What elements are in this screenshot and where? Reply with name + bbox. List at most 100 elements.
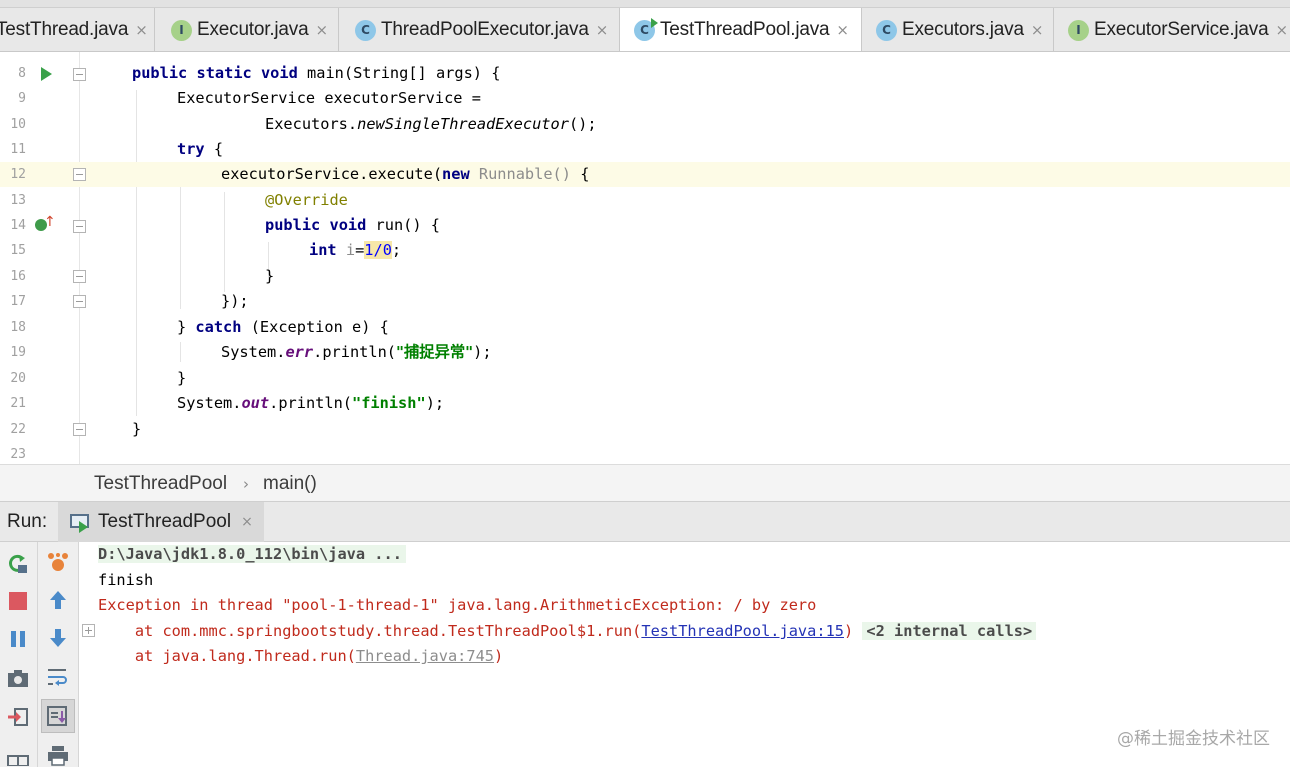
- run-marker-icon: [651, 17, 658, 28]
- tab-testthread[interactable]: TestThread.java ×: [0, 8, 155, 51]
- stack-frame-text: ): [494, 647, 504, 665]
- rerun-button[interactable]: [3, 549, 33, 579]
- line-number: 20: [10, 371, 26, 386]
- close-icon[interactable]: ×: [241, 514, 253, 530]
- fold-toggle-icon[interactable]: [73, 68, 86, 81]
- run-tool-window-header: Run: TestThreadPool ×: [0, 502, 1290, 542]
- class-icon: C: [876, 19, 897, 41]
- breadcrumb-method[interactable]: main(): [263, 465, 317, 503]
- code-line: 20 }: [0, 366, 1290, 391]
- code-line: 13 @Override: [0, 188, 1290, 213]
- print-button[interactable]: [43, 740, 73, 767]
- line-number: 18: [10, 320, 26, 335]
- scroll-to-end-button[interactable]: [41, 699, 75, 733]
- window-title-strip: [0, 0, 1290, 8]
- scroll-down-button[interactable]: [43, 623, 73, 653]
- code-line: 15 int i=1/0;: [0, 238, 1290, 263]
- line-number: 9: [18, 91, 26, 106]
- keyword: void: [329, 216, 367, 234]
- code-fragment: {: [204, 140, 224, 158]
- tab-label: ThreadPoolExecutor.java: [381, 19, 589, 40]
- debug-settings-button[interactable]: [43, 547, 73, 577]
- code-line: 18 } catch (Exception e) {: [0, 315, 1290, 340]
- pause-button[interactable]: [3, 624, 33, 654]
- interface-icon: I: [171, 19, 192, 41]
- code-text: }: [132, 420, 142, 438]
- internal-calls-fold[interactable]: <2 internal calls>: [862, 622, 1037, 640]
- code-text: public static void main(String[] args) {: [132, 61, 500, 86]
- soft-wrap-button[interactable]: [43, 662, 73, 692]
- code-text: System.out.println("finish");: [177, 391, 444, 416]
- stop-icon: [9, 592, 27, 610]
- close-icon[interactable]: ×: [135, 21, 148, 39]
- fold-toggle-icon[interactable]: [73, 168, 86, 181]
- interface-icon: I: [1068, 19, 1089, 41]
- keyword: public: [265, 216, 321, 234]
- close-icon[interactable]: ×: [1031, 21, 1044, 39]
- source-link[interactable]: TestThreadPool.java:15: [641, 622, 844, 640]
- tab-threadpoolexecutor[interactable]: C ThreadPoolExecutor.java ×: [339, 8, 620, 51]
- watermark: @稀土掘金技术社区: [1117, 729, 1270, 749]
- code-text: }: [177, 369, 187, 387]
- scroll-to-end-icon: [47, 706, 67, 726]
- stack-trace-line: at java.lang.Thread.run(Thread.java:745): [98, 644, 503, 669]
- stack-frame-text: at com.mmc.springbootstudy.thread.TestTh…: [98, 622, 642, 640]
- code-line: 22 }: [0, 417, 1290, 442]
- fold-toggle-icon[interactable]: [73, 270, 86, 283]
- code-fragment: .println(: [313, 343, 396, 361]
- code-line: 23: [0, 442, 1290, 464]
- tab-executor[interactable]: I Executor.java ×: [155, 8, 339, 51]
- string-literal: "捕捉异常": [396, 343, 474, 361]
- fold-toggle-icon[interactable]: [73, 423, 86, 436]
- run-console-icon: [68, 512, 92, 533]
- tab-label: ExecutorService.java: [1094, 19, 1269, 40]
- source-link[interactable]: Thread.java:745: [356, 647, 494, 665]
- code-text: }: [265, 267, 275, 285]
- code-text: int i=1/0;: [309, 238, 401, 263]
- console-stdout-line: finish: [98, 571, 154, 589]
- close-icon[interactable]: ×: [596, 21, 609, 39]
- editor-tab-bar: TestThread.java × I Executor.java × C Th…: [0, 0, 1290, 52]
- close-icon[interactable]: ×: [315, 21, 328, 39]
- line-number: 8: [18, 66, 26, 81]
- code-editor[interactable]: 8 public static void main(String[] args)…: [0, 52, 1290, 464]
- code-fragment: {: [570, 165, 590, 183]
- fold-toggle-icon[interactable]: [73, 220, 86, 233]
- tab-executors[interactable]: C Executors.java ×: [862, 8, 1054, 51]
- code-fragment: main(String[] args) {: [297, 64, 501, 82]
- tab-testthreadpool[interactable]: C TestThreadPool.java ×: [620, 8, 862, 51]
- java-command[interactable]: D:\Java\jdk1.8.0_112\bin\java ...: [98, 545, 406, 563]
- line-number: 15: [10, 243, 26, 258]
- tab-executorservice[interactable]: I ExecutorService.java ×: [1054, 8, 1290, 51]
- annotation: @Override: [265, 191, 348, 209]
- scroll-up-button[interactable]: [43, 585, 73, 615]
- current-code-line: 12 executorService.execute(new Runnable(…: [0, 162, 1290, 187]
- tab-label: TestThread.java: [0, 19, 129, 40]
- tab-label: TestThreadPool.java: [660, 19, 830, 40]
- class-icon: C: [355, 19, 376, 41]
- code-text: ExecutorService executorService =: [177, 89, 481, 107]
- run-toolbar-primary: [0, 542, 38, 767]
- layout-button[interactable]: [3, 742, 33, 767]
- runnable-class-icon: C: [634, 17, 658, 41]
- anonymous-class: Runnable(): [469, 165, 571, 183]
- line-number: 22: [10, 422, 26, 437]
- exit-button[interactable]: [3, 702, 33, 732]
- fold-toggle-icon[interactable]: [73, 295, 86, 308]
- pause-icon: [11, 631, 25, 647]
- tab-label: Executor.java: [197, 19, 309, 40]
- stack-frame-text: ): [843, 622, 854, 640]
- close-icon[interactable]: ×: [1275, 21, 1288, 39]
- breadcrumb-class[interactable]: TestThreadPool: [94, 465, 227, 503]
- line-number: 17: [10, 294, 26, 309]
- exit-icon: [8, 708, 28, 726]
- line-number: 13: [10, 193, 26, 208]
- expand-icon[interactable]: [82, 624, 95, 637]
- dump-threads-button[interactable]: [3, 663, 33, 693]
- console-output[interactable]: D:\Java\jdk1.8.0_112\bin\java ... finish…: [80, 542, 1290, 767]
- close-icon[interactable]: ×: [836, 21, 849, 39]
- run-gutter-icon[interactable]: [41, 67, 52, 81]
- run-config-tab[interactable]: TestThreadPool ×: [58, 502, 264, 542]
- stop-button[interactable]: [3, 586, 33, 616]
- run-label: Run:: [7, 511, 48, 532]
